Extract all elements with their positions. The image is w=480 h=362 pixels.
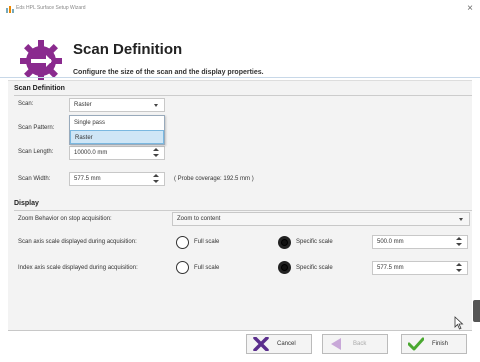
scan-axis-scale-input[interactable]: 500.0 mm: [372, 235, 468, 249]
index-axis-full-scale-label: Full scale: [194, 265, 220, 271]
index-axis-scale-input[interactable]: 577.5 mm: [372, 261, 468, 275]
scan-width-input[interactable]: 577.5 mm: [69, 172, 165, 186]
zoom-behavior-label: Zoom Behavior on stop acquisition:: [18, 216, 112, 222]
index-axis-full-scale-radio[interactable]: [176, 261, 189, 274]
spin-up-icon[interactable]: [456, 237, 462, 240]
spin-up-icon[interactable]: [456, 263, 462, 266]
zoom-behavior-value: Zoom to content: [177, 216, 221, 222]
title-bar: Eds HPL Surface Setup Wizard ×: [0, 0, 480, 18]
app-icon: [6, 6, 14, 13]
spin-down-icon[interactable]: [153, 154, 159, 157]
index-axis-scale-value: 577.5 mm: [377, 265, 404, 271]
zoom-behavior-select[interactable]: Zoom to content: [172, 212, 470, 226]
section-title-display: Display: [14, 200, 39, 207]
finish-check-icon: [408, 337, 424, 351]
mouse-cursor-icon: [454, 316, 464, 330]
spin-down-icon[interactable]: [456, 243, 462, 246]
cancel-x-icon: [253, 337, 269, 351]
scan-length-stepper[interactable]: [153, 147, 159, 159]
section-divider: [14, 95, 472, 96]
scan-axis-scale-stepper[interactable]: [456, 236, 462, 248]
close-icon[interactable]: ×: [467, 3, 473, 14]
scan-length-value: 10000.0 mm: [74, 150, 108, 156]
scan-option-single-pass[interactable]: Single pass: [70, 116, 164, 130]
back-arrow-icon: [331, 338, 341, 350]
header-divider: [0, 77, 480, 78]
spin-down-icon[interactable]: [456, 269, 462, 272]
index-axis-specific-scale-radio[interactable]: [278, 261, 291, 274]
index-axis-scale-label: Index axis scale displayed during acquis…: [18, 265, 138, 271]
page-subtitle: Configure the size of the scan and the d…: [73, 69, 264, 76]
scan-dropdown-list: Single pass Raster: [69, 115, 165, 145]
scan-label: Scan:: [18, 101, 34, 107]
index-axis-scale-stepper[interactable]: [456, 262, 462, 274]
section-divider: [14, 210, 472, 211]
page-title: Scan Definition: [73, 41, 183, 58]
back-label: Back: [353, 341, 367, 347]
spin-up-icon[interactable]: [153, 148, 159, 151]
back-button[interactable]: Back: [322, 334, 388, 354]
window-title: Eds HPL Surface Setup Wizard: [16, 5, 86, 11]
scan-axis-scale-label: Scan axis scale displayed during acquisi…: [18, 239, 137, 245]
probe-coverage-text: ( Probe coverage: 192.5 mm ): [174, 176, 254, 182]
scan-axis-scale-value: 500.0 mm: [377, 239, 404, 245]
scan-axis-specific-scale-label: Specific scale: [296, 239, 333, 245]
finish-label: Finish: [432, 341, 449, 347]
spin-down-icon[interactable]: [153, 180, 159, 183]
spin-up-icon[interactable]: [153, 174, 159, 177]
scan-axis-full-scale-label: Full scale: [194, 239, 220, 245]
scan-pattern-label: Scan Pattern:: [18, 125, 55, 131]
footer-divider: [8, 330, 472, 331]
scan-width-label: Scan Width:: [18, 176, 51, 182]
scan-length-label: Scan Length:: [18, 149, 54, 155]
scan-select-value: Raster: [74, 102, 92, 108]
scan-axis-full-scale-radio[interactable]: [176, 236, 189, 249]
cancel-label: Cancel: [277, 341, 296, 347]
side-panel-tab[interactable]: [473, 300, 480, 322]
index-axis-specific-scale-label: Specific scale: [296, 265, 333, 271]
scan-length-input[interactable]: 10000.0 mm: [69, 146, 165, 160]
cancel-button[interactable]: Cancel: [246, 334, 312, 354]
scan-width-stepper[interactable]: [153, 173, 159, 185]
finish-button[interactable]: Finish: [401, 334, 467, 354]
section-title-scan-definition: Scan Definition: [14, 85, 65, 92]
scan-option-raster[interactable]: Raster: [70, 130, 164, 144]
scan-width-value: 577.5 mm: [74, 176, 101, 182]
scan-select[interactable]: Raster: [69, 98, 165, 112]
scan-axis-specific-scale-radio[interactable]: [278, 236, 291, 249]
wizard-header: Scan Definition Configure the size of th…: [0, 18, 480, 82]
